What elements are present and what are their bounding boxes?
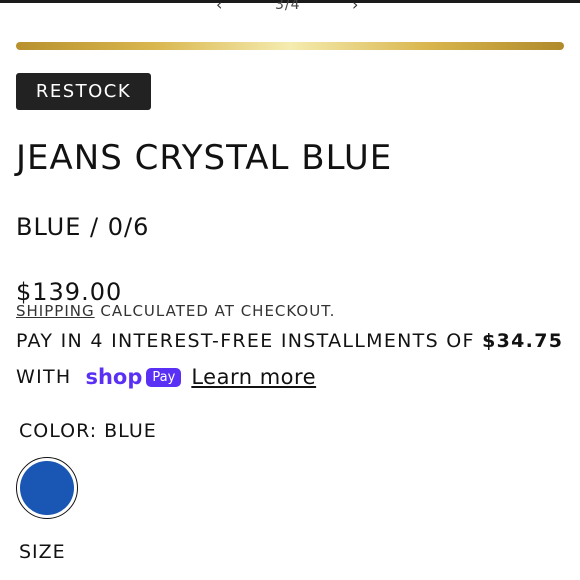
shop-pay-row: WITH shop Pay Learn more <box>16 363 316 391</box>
color-swatch-blue[interactable] <box>16 457 78 519</box>
size-option-label: SIZE <box>19 541 66 563</box>
gold-divider <box>16 42 564 50</box>
shipping-suffix: CALCULATED AT CHECKOUT. <box>94 302 336 320</box>
installments-text: PAY IN 4 INTEREST-FREE INSTALLMENTS OF $… <box>16 330 563 352</box>
image-counter: 3/4 <box>275 0 301 13</box>
shipping-link[interactable]: SHIPPING <box>16 302 95 320</box>
chevron-right-icon[interactable]: › <box>352 0 358 14</box>
chevron-left-icon[interactable]: ‹ <box>216 0 222 14</box>
product-title: JEANS CRYSTAL BLUE <box>16 138 393 178</box>
swatch-fill <box>20 461 74 515</box>
shipping-note: SHIPPING CALCULATED AT CHECKOUT. <box>16 302 335 320</box>
installments-label: PAY IN 4 INTEREST-FREE INSTALLMENTS OF <box>16 330 483 352</box>
restock-badge: RESTOCK <box>16 73 151 110</box>
image-pager: ‹ 3/4 › <box>0 0 580 18</box>
with-label: WITH <box>16 366 72 388</box>
shop-pay-pill: Pay <box>146 367 182 387</box>
installment-amount: $34.75 <box>482 330 564 352</box>
shop-pay-logo: shop <box>85 365 143 389</box>
color-option-label: COLOR: BLUE <box>19 420 157 442</box>
learn-more-link[interactable]: Learn more <box>191 365 316 389</box>
product-variant: BLUE / 0/6 <box>16 213 150 241</box>
